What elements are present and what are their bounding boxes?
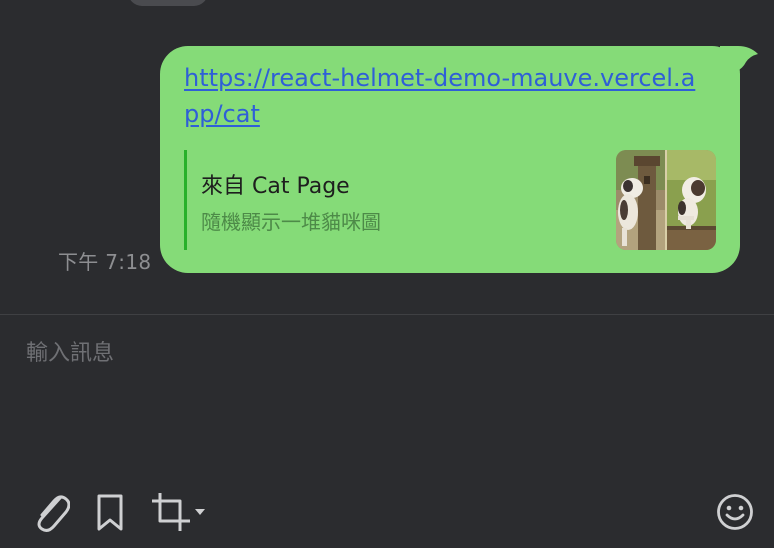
link-preview-card[interactable]: 來自 Cat Page 隨機顯示一堆貓咪圖 — [184, 150, 716, 250]
bubble-tail — [720, 46, 758, 76]
cat-thumbnail-image — [616, 150, 716, 250]
message-input[interactable] — [26, 335, 746, 475]
smiley-icon[interactable] — [716, 493, 754, 531]
message-timestamp: 下午 7:18 — [58, 250, 152, 274]
preview-thumbnail[interactable] — [616, 150, 716, 250]
previous-message-bubble[interactable] — [128, 0, 208, 6]
crop-icon[interactable] — [150, 491, 192, 533]
chat-window: 下午 7:18 https://react-helmet-demo-mauve.… — [0, 0, 774, 548]
message-bubble[interactable]: https://react-helmet-demo-mauve.vercel.a… — [160, 46, 740, 273]
preview-description: 隨機顯示一堆貓咪圖 — [201, 210, 381, 234]
dropdown-arrow-icon[interactable] — [194, 508, 206, 516]
bookmark-icon[interactable] — [94, 493, 126, 533]
paperclip-icon[interactable] — [30, 490, 70, 534]
preview-title: 來自 Cat Page — [201, 174, 350, 199]
message-list[interactable]: 下午 7:18 https://react-helmet-demo-mauve.… — [0, 0, 774, 314]
preview-accent-bar — [184, 150, 187, 250]
composer — [0, 315, 774, 548]
message-link[interactable]: https://react-helmet-demo-mauve.vercel.a… — [184, 60, 704, 132]
